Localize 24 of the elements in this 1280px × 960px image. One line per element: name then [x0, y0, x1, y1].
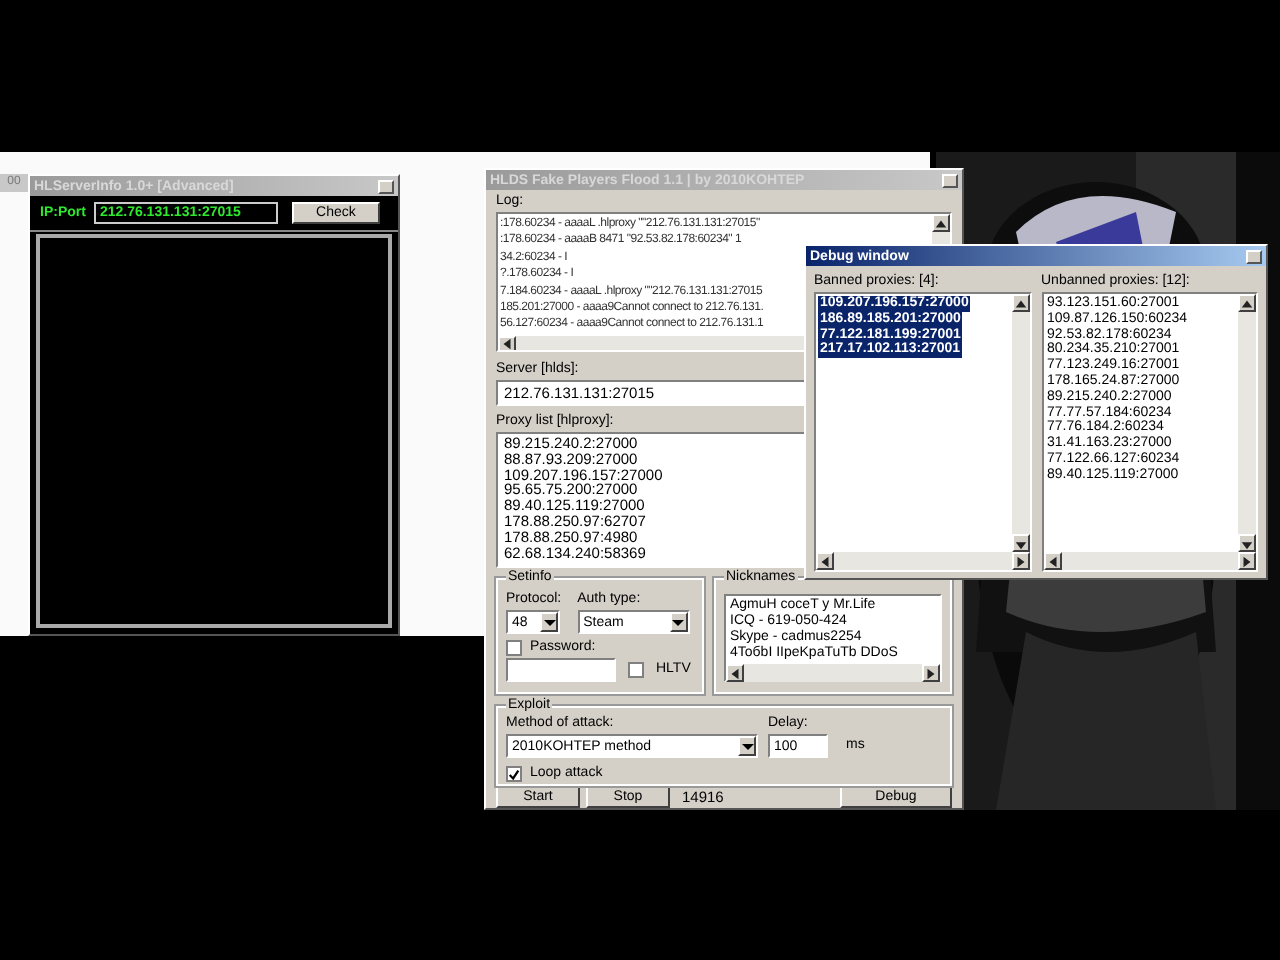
right-arrow-icon[interactable]: [1013, 553, 1027, 569]
right-arrow-icon[interactable]: [924, 665, 938, 681]
left-arrow-icon[interactable]: [728, 665, 742, 681]
dropdown-arrow-icon[interactable]: [741, 741, 753, 751]
close-button[interactable]: [1246, 249, 1262, 263]
loop-attack-checkbox[interactable]: [506, 766, 522, 782]
up-arrow-icon[interactable]: [1240, 295, 1254, 311]
dropdown-arrow-icon[interactable]: [543, 617, 555, 627]
dropdown-arrow-icon[interactable]: [672, 617, 685, 627]
horizontal-scrollbar[interactable]: [1043, 552, 1256, 570]
vertical-scrollbar[interactable]: [1238, 294, 1256, 552]
left-arrow-icon[interactable]: [500, 336, 514, 350]
left-arrow-icon[interactable]: [818, 553, 832, 569]
left-arrow-icon[interactable]: [1045, 553, 1059, 569]
hltv-checkbox[interactable]: [628, 662, 644, 678]
horizontal-scrollbar[interactable]: [816, 552, 1029, 570]
vertical-scrollbar[interactable]: [1011, 294, 1029, 552]
password-field[interactable]: [506, 658, 616, 682]
password-checkbox[interactable]: [506, 640, 522, 656]
horizontal-scrollbar[interactable]: [726, 664, 940, 682]
up-arrow-icon[interactable]: [934, 215, 948, 231]
up-arrow-icon[interactable]: [1013, 295, 1027, 311]
proxy-listbox[interactable]: [1041, 292, 1258, 572]
right-arrow-icon[interactable]: [1240, 553, 1254, 569]
